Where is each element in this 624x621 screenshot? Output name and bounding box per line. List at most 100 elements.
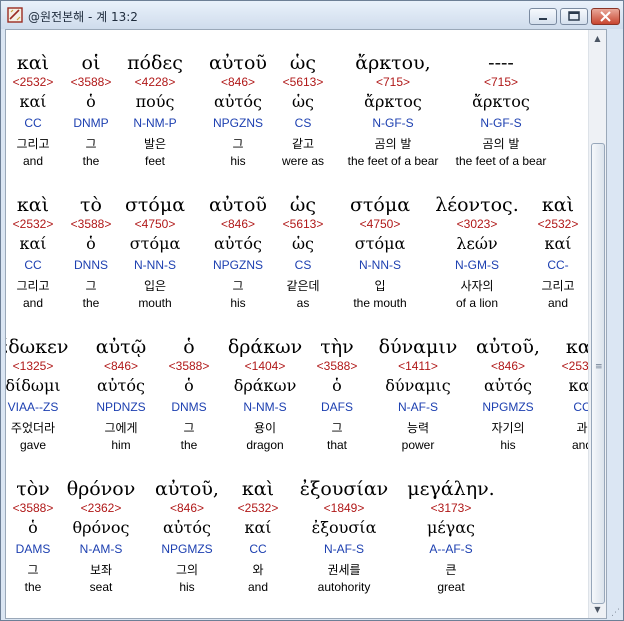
word-kor: 곰의 발 xyxy=(374,137,412,151)
word-greek[interactable]: τὴν xyxy=(307,334,367,360)
word-parse: N-NN-S xyxy=(359,258,401,272)
window-title: @원전본해 - 계 13:2 xyxy=(28,10,138,24)
scroll-up-icon[interactable]: ▲ xyxy=(589,30,606,47)
word-num[interactable]: <3588> xyxy=(158,359,220,374)
word-parse: N-NM-S xyxy=(243,400,287,414)
word-num[interactable]: <846> xyxy=(79,359,163,374)
word-eng: that xyxy=(326,438,347,452)
word-greek[interactable]: στόμα xyxy=(332,192,428,218)
scroll-down-icon[interactable]: ▼ xyxy=(589,601,606,618)
word-parse: N-AM-S xyxy=(79,542,123,556)
word-greek[interactable]: καὶ xyxy=(523,192,593,218)
word-lemma: ὁ xyxy=(184,376,194,395)
maximize-button[interactable] xyxy=(560,8,588,25)
word-lemma: αὐτός xyxy=(163,518,211,537)
word-num[interactable]: <846> xyxy=(463,359,553,374)
scrollbar-thumb[interactable]: ≡ xyxy=(591,143,605,604)
word-greek[interactable]: αὐτοῦ, xyxy=(463,334,553,360)
word-lemma: ἄρκτος xyxy=(364,92,422,111)
word-greek[interactable]: ἄρκτου, xyxy=(338,50,448,76)
word-parse: N-AF-S xyxy=(324,542,364,556)
word-greek[interactable]: δράκων xyxy=(222,334,308,360)
vertical-scrollbar[interactable]: ▲ ≡ ▼ xyxy=(588,30,606,618)
word-num[interactable]: <2362> xyxy=(59,501,143,516)
word-parse: CS xyxy=(294,258,312,272)
word-lemma: αὐτός xyxy=(484,376,532,395)
word-num[interactable]: <715> xyxy=(446,75,556,90)
word-kor: 사자의 xyxy=(460,279,494,293)
word-kor: 곰의 발 xyxy=(482,137,520,151)
title-bar[interactable]: @원전본해 - 계 13:2 xyxy=(1,1,623,29)
word-num[interactable]: <1325> xyxy=(6,359,68,374)
word-num[interactable]: <1404> xyxy=(222,359,308,374)
word-greek[interactable]: δύναμιν xyxy=(370,334,466,360)
word-num[interactable]: <1849> xyxy=(292,501,396,516)
word-kor: 그의 xyxy=(175,563,199,577)
word-eng: mouth xyxy=(138,296,172,310)
word-lemma: στόμα xyxy=(354,234,406,253)
word-kor: 권세를 xyxy=(327,563,361,577)
word-kor: 와 xyxy=(252,563,264,577)
word-greek[interactable]: ἐξουσίαν xyxy=(292,476,396,502)
minimize-button[interactable] xyxy=(529,8,557,25)
word-lemma: καί xyxy=(544,234,572,253)
word-eng: the mouth xyxy=(353,296,407,310)
word-num[interactable]: <1411> xyxy=(370,359,466,374)
word-lemma: ἄρκτος xyxy=(472,92,530,111)
word-greek[interactable]: καὶ xyxy=(227,476,289,502)
word-kor: 같은데 xyxy=(286,279,320,293)
word-greek[interactable]: θρόνον xyxy=(59,476,143,502)
word-greek[interactable]: ---- xyxy=(446,50,556,76)
word-lemma: λεών xyxy=(456,234,498,253)
word-parse: NPDNZS xyxy=(96,400,146,414)
word-num[interactable]: <5613> xyxy=(268,217,338,232)
word-num[interactable]: <2532> xyxy=(523,217,593,232)
word-num[interactable]: <715> xyxy=(338,75,448,90)
word-eng: seat xyxy=(89,580,113,594)
word-num[interactable]: <4750> xyxy=(112,217,198,232)
word-eng: of a lion xyxy=(455,296,499,310)
word-lemma: ὁ xyxy=(332,376,342,395)
word-greek[interactable]: ὁ xyxy=(158,334,220,360)
word-greek[interactable]: ὡς xyxy=(268,50,338,76)
blank-corner xyxy=(6,30,66,47)
word-num[interactable]: <846> xyxy=(144,501,230,516)
word-kor: 자기의 xyxy=(491,421,525,435)
word-num[interactable]: <5613> xyxy=(268,75,338,90)
word-eng: him xyxy=(111,438,131,452)
word-num[interactable]: <3173> xyxy=(399,501,503,516)
close-button[interactable] xyxy=(591,8,620,25)
word-kor: 그리고 xyxy=(541,279,575,293)
word-num[interactable]: <3023> xyxy=(427,217,527,232)
word-lemma: πούς xyxy=(135,92,175,111)
word-parse: CC xyxy=(249,542,267,556)
word-greek[interactable]: μεγάλην. xyxy=(399,476,503,502)
word-eng: dragon xyxy=(246,438,284,452)
word-num[interactable]: <3588> xyxy=(307,359,367,374)
word-num[interactable]: <2532> xyxy=(227,501,289,516)
interlinear-view[interactable]: καὶ <2532> καί CC 그리고 and οἱ <3588> ὁ DNMP 그 the πόδ… xyxy=(5,29,607,619)
word-kor: 능력 xyxy=(406,421,430,435)
word-greek[interactable]: λέοντος. xyxy=(427,192,527,218)
word-kor: 발은 xyxy=(143,137,167,151)
word-parse: VIAA--ZS xyxy=(7,400,59,414)
word-parse: N-NM-P xyxy=(133,116,177,130)
word-num[interactable]: <4228> xyxy=(112,75,198,90)
word-greek[interactable]: στόμα xyxy=(112,192,198,218)
word-eng: as xyxy=(296,296,310,310)
word-kor: 그에게 xyxy=(104,421,138,435)
word-lemma: στόμα xyxy=(129,234,181,253)
resize-grip-icon[interactable]: ⋰ xyxy=(611,608,623,620)
word-greek[interactable]: ὡς xyxy=(268,192,338,218)
bible-book-icon xyxy=(7,7,23,23)
word-kor: 입은 xyxy=(143,279,167,293)
word-greek[interactable]: ἔδωκεν xyxy=(6,334,68,360)
word-num[interactable]: <4750> xyxy=(332,217,428,232)
word-parse: N-GF-S xyxy=(372,116,414,130)
word-eng: his xyxy=(179,580,195,594)
word-greek[interactable]: αὐτῷ xyxy=(79,334,163,360)
word-parse: DNMS xyxy=(171,400,207,414)
word-parse: N-NN-S xyxy=(134,258,176,272)
word-greek[interactable]: αὐτοῦ, xyxy=(144,476,230,502)
word-greek[interactable]: πόδες xyxy=(112,50,198,76)
